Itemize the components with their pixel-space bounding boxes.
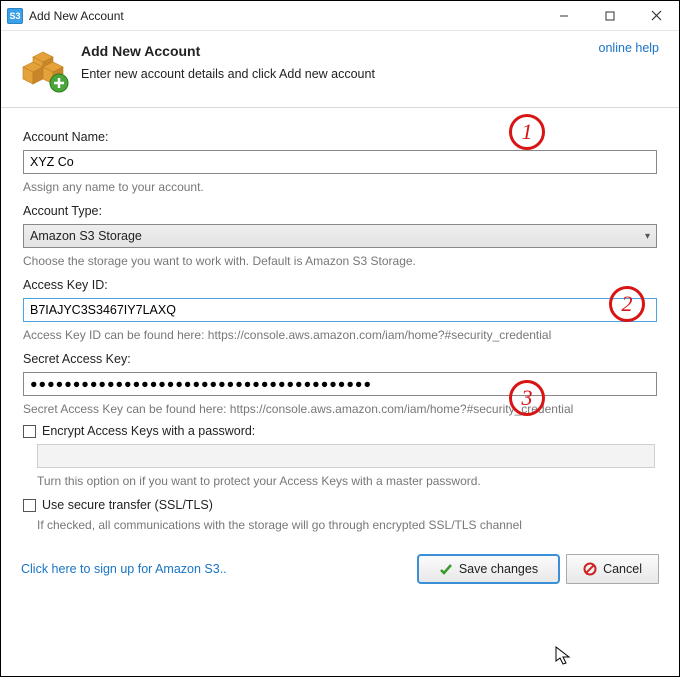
access-key-hint: Access Key ID can be found here: https:/… [23,328,657,342]
window-titlebar: S3 Add New Account [1,1,679,31]
ssl-hint: If checked, all communications with the … [37,518,657,532]
secret-key-label: Secret Access Key: [23,352,657,366]
save-button[interactable]: Save changes [417,554,560,584]
ssl-checkbox[interactable] [23,499,36,512]
cancel-button-label: Cancel [603,562,642,576]
account-name-hint: Assign any name to your account. [23,180,657,194]
account-name-input[interactable] [23,150,657,174]
account-type-select[interactable]: Amazon S3 Storage ▾ [23,224,657,248]
encrypt-label: Encrypt Access Keys with a password: [42,424,255,438]
close-button[interactable] [633,1,679,31]
cancel-icon [583,562,597,576]
online-help-link[interactable]: online help [599,41,659,55]
secret-key-input[interactable] [23,372,657,396]
maximize-button[interactable] [587,1,633,31]
check-icon [439,562,453,576]
minimize-button[interactable] [541,1,587,31]
window-title: Add New Account [29,9,124,23]
header-subtitle: Enter new account details and click Add … [81,67,375,81]
encrypt-hint: Turn this option on if you want to prote… [37,474,657,488]
form-body: 1 2 3 Account Name: Assign any name to y… [1,108,679,546]
chevron-down-icon: ▾ [645,231,650,242]
access-key-input[interactable] [23,298,657,322]
cancel-button[interactable]: Cancel [566,554,659,584]
access-key-label: Access Key ID: [23,278,657,292]
signup-link[interactable]: Click here to sign up for Amazon S3.. [21,562,227,576]
dialog-footer: Click here to sign up for Amazon S3.. Sa… [1,546,679,594]
save-button-label: Save changes [459,562,538,576]
ssl-checkbox-row[interactable]: Use secure transfer (SSL/TLS) [23,498,657,512]
header-title: Add New Account [81,43,375,59]
account-name-label: Account Name: [23,130,657,144]
account-type-hint: Choose the storage you want to work with… [23,254,657,268]
account-type-value: Amazon S3 Storage [30,229,142,243]
encrypt-checkbox-row[interactable]: Encrypt Access Keys with a password: [23,424,657,438]
app-icon: S3 [7,8,23,24]
account-type-label: Account Type: [23,204,657,218]
secret-key-hint: Secret Access Key can be found here: htt… [23,402,657,416]
ssl-label: Use secure transfer (SSL/TLS) [42,498,213,512]
encrypt-checkbox[interactable] [23,425,36,438]
cursor-icon [555,646,573,671]
boxes-plus-icon [19,43,69,93]
dialog-header: Add New Account Enter new account detail… [1,31,679,108]
encrypt-password-input [37,444,655,468]
